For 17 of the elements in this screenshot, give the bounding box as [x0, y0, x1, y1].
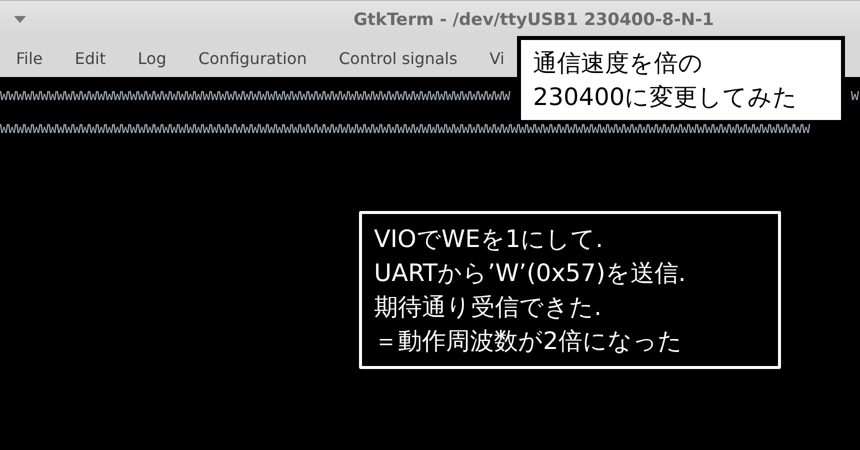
menu-item[interactable]: Log — [128, 48, 176, 68]
annotation-text: ＝動作周波数が2倍になった — [374, 326, 684, 357]
menu-item[interactable]: Configuration — [188, 48, 317, 68]
window-title: GtkTerm - /dev/ttyUSB1 230400-8-N-1 — [353, 10, 714, 30]
annotation-text: 230400に変更してみた — [533, 82, 799, 113]
annotation-text: UARTから’W’(0x57)を送信. — [374, 258, 687, 289]
annotation-text: VIOでWEを1にして. — [374, 224, 604, 255]
menu-item[interactable]: Edit — [64, 48, 116, 68]
dropdown-arrow-icon[interactable] — [14, 16, 26, 24]
menu-item[interactable]: File — [6, 48, 53, 68]
menu-item[interactable]: Control signals — [328, 48, 468, 68]
annotation-text: 通信速度を倍の — [533, 48, 704, 79]
terminal-output: WWWWWWWWWWWWWWWWWWWWWWWWWWWWWWWWWWWWWWWWWWWWWWWWWWWWWWWWWWWWWWWWWWWWWWWWWWWWWWWWWWWWWWWWWWWWWWWWWWWW — [0, 122, 810, 138]
terminal-output: W — [850, 90, 859, 104]
terminal-output: WWWWWWWWWWWWWWWWWWWWWWWWWWWWWWWWWWWWWWWWWWWWWWWWWWWWWWWWWWWWWWW — [0, 90, 510, 104]
annotation-text: 期待通り受信できた. — [374, 292, 603, 323]
menu-item[interactable]: Vi — [479, 48, 514, 68]
